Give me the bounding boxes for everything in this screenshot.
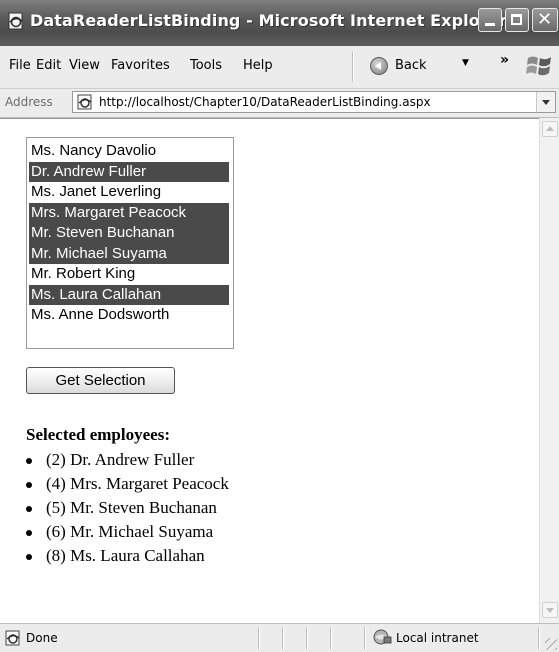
security-zone: Local intranet [396,631,479,645]
status-divider [282,627,284,649]
list-item[interactable]: Ms. Janet Leverling [29,182,229,203]
address-url: http://localhost/Chapter10/DataReaderLis… [99,95,431,109]
list-item[interactable]: Dr. Andrew Fuller [29,161,229,182]
get-selection-button[interactable]: Get Selection [26,367,175,394]
local-intranet-icon [373,629,392,645]
list-item: (6) Mr. Michael Suyama [26,520,229,544]
page-done-icon [5,630,20,646]
page-icon [77,94,92,110]
list-item[interactable]: Mr. Steven Buchanan [29,223,229,244]
list-item[interactable]: Mr. Robert King [29,264,229,285]
status-divider [364,627,366,649]
list-item: (2) Dr. Andrew Fuller [26,448,229,472]
ie-page-icon [8,12,23,30]
list-item: (8) Ms. Laura Callahan [26,544,229,568]
back-label: Back [395,58,427,73]
status-divider [258,627,260,649]
menu-edit[interactable]: Edit [36,58,61,73]
scroll-down-button[interactable] [542,602,558,618]
vertical-scrollbar[interactable] [539,118,559,623]
status-divider [330,627,332,649]
back-arrow-icon [370,57,388,75]
list-item[interactable]: Ms. Anne Dodsworth [29,305,229,326]
menu-file[interactable]: File [9,58,31,73]
maximize-icon [511,14,522,25]
window-title: DataReaderListBinding - Microsoft Intern… [30,11,507,30]
list-item[interactable]: Mr. Michael Suyama [29,243,229,264]
title-bar[interactable]: DataReaderListBinding - Microsoft Intern… [0,0,559,46]
address-input[interactable]: http://localhost/Chapter10/DataReaderLis… [72,91,556,113]
close-button[interactable]: ✕ [532,8,558,32]
result-text: (5) Mr. Steven Buchanan [46,498,217,517]
list-item[interactable]: Ms. Laura Callahan [29,284,229,305]
toolbar-overflow-button[interactable]: » [500,52,509,68]
bullet-icon [26,554,32,560]
windows-logo-icon [526,56,551,76]
status-bar: Done Local intranet [0,623,559,652]
employee-listbox[interactable]: Ms. Nancy Davolio Dr. Andrew Fuller Ms. … [26,137,234,349]
selected-heading: Selected employees: [26,425,170,444]
resize-grip-icon[interactable] [545,638,557,650]
bullet-icon [26,506,32,512]
menu-separator [352,52,354,82]
maximize-button[interactable] [505,8,529,32]
address-bar: Address http://localhost/Chapter10/DataR… [0,89,559,118]
list-item: (4) Mrs. Margaret Peacock [26,472,229,496]
menu-help[interactable]: Help [243,58,273,73]
status-divider [306,627,308,649]
status-divider [538,627,540,649]
bullet-icon [26,482,32,488]
menu-tools[interactable]: Tools [190,58,222,73]
browser-window: DataReaderListBinding - Microsoft Intern… [0,0,559,652]
bullet-icon [26,530,32,536]
close-icon: ✕ [537,9,553,30]
list-item[interactable]: Mrs. Margaret Peacock [29,202,229,223]
menu-favorites[interactable]: Favorites [111,58,170,73]
status-text: Done [26,631,58,645]
selected-employees-list: (2) Dr. Andrew Fuller (4) Mrs. Margaret … [26,448,229,568]
list-item[interactable]: Ms. Nancy Davolio [29,141,229,162]
minimize-button[interactable] [478,8,502,32]
bullet-icon [26,458,32,464]
result-text: (2) Dr. Andrew Fuller [46,450,195,469]
list-item: (5) Mr. Steven Buchanan [26,496,229,520]
menu-view[interactable]: View [69,58,100,73]
result-text: (4) Mrs. Margaret Peacock [46,474,229,493]
back-dropdown-icon[interactable]: ▼ [462,58,469,68]
result-text: (8) Ms. Laura Callahan [46,546,205,565]
menu-bar: File Edit View Favorites Tools Help Back… [0,46,559,89]
address-dropdown-button[interactable] [536,92,555,112]
address-label: Address [5,95,53,109]
result-text: (6) Mr. Michael Suyama [46,522,214,541]
scroll-up-button[interactable] [542,121,558,137]
minimize-icon [485,23,495,26]
page-content: Ms. Nancy Davolio Dr. Andrew Fuller Ms. … [0,118,539,623]
